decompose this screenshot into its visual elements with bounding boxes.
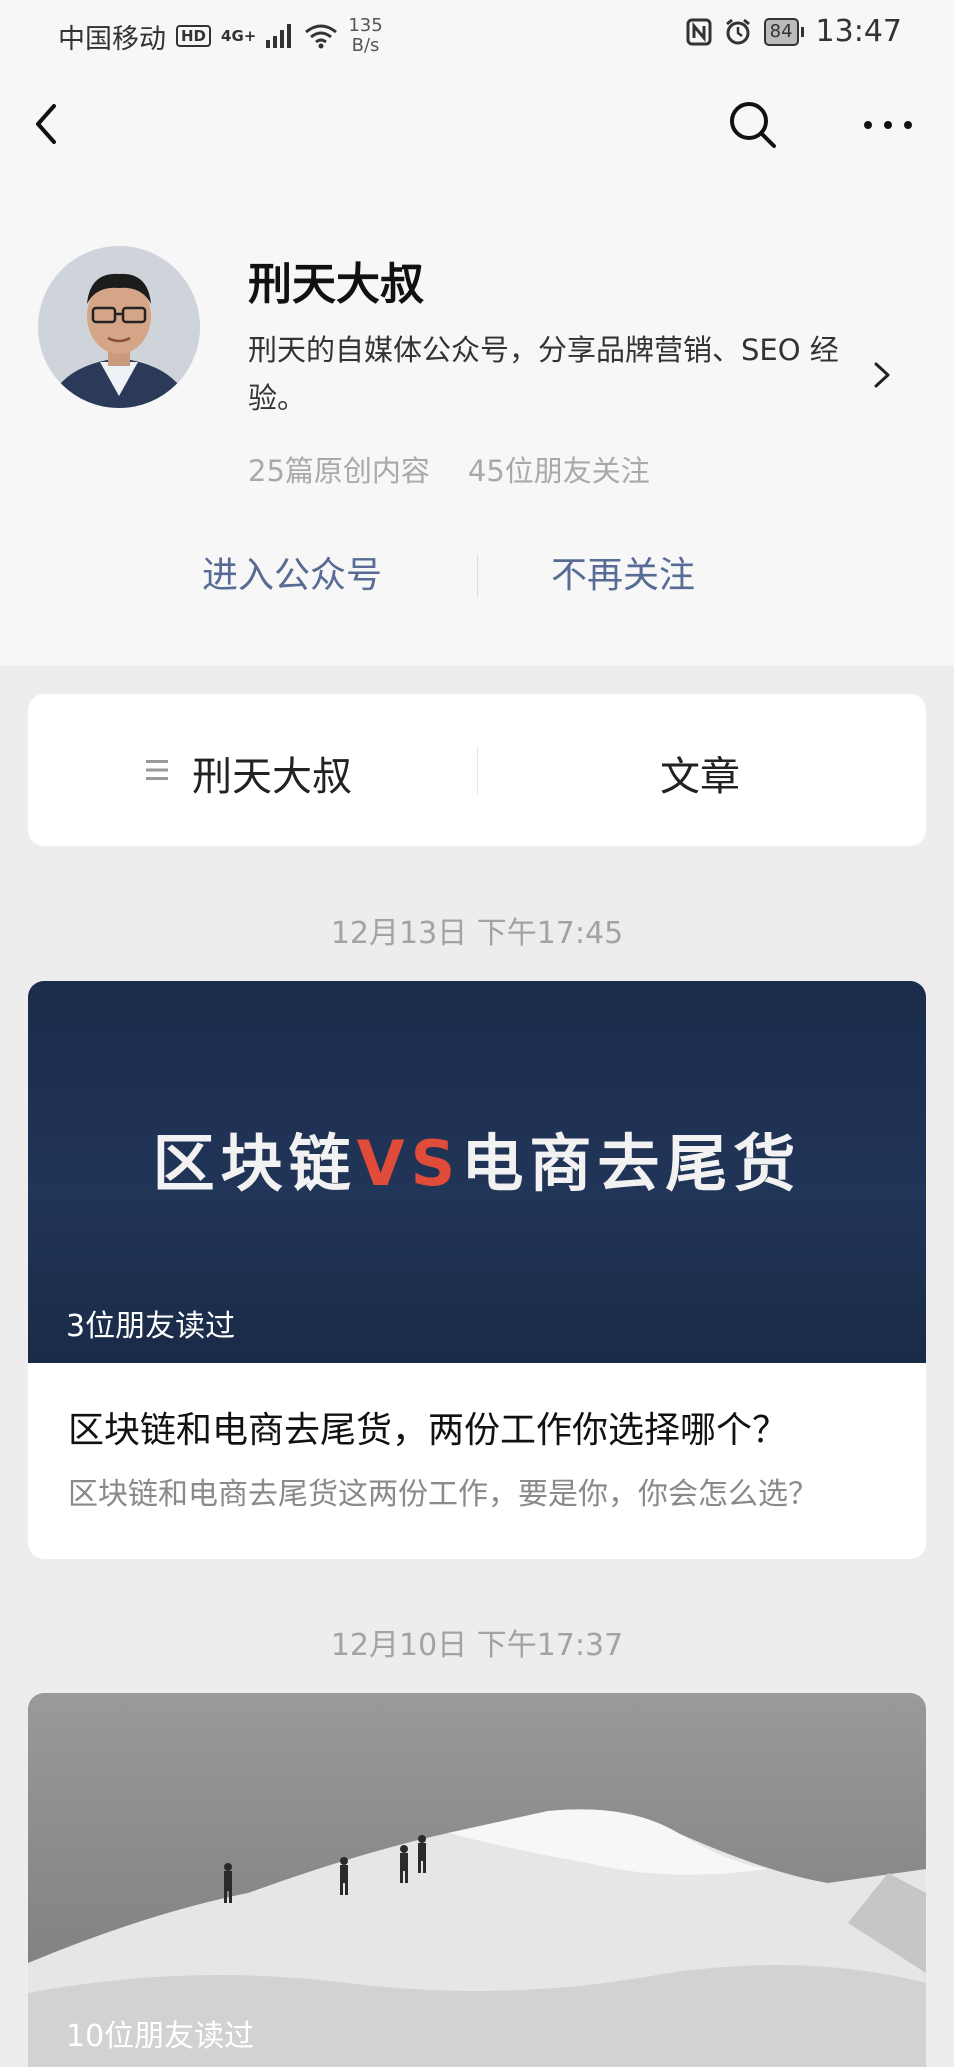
carrier-label: 中国移动 [58,23,166,55]
battery-level: 84 [763,17,799,46]
account-menu-bar: 刑天大叔 文章 [28,694,926,846]
battery-icon: 84 [763,17,804,46]
account-description: 刑天的自媒体公众号，分享品牌营销、SEO 经验。 [248,333,839,415]
actions-divider [477,554,478,598]
alarm-icon [725,18,750,44]
cover-title: 区块链VS电商去尾货 [28,1113,926,1203]
cover-text-right: 电商去尾货 [461,1127,802,1200]
avatar[interactable] [38,246,200,408]
status-bar: 中国移动 HD 4G+ 135 B/s 84 13:47 [0,0,954,64]
account-actions: 进入公众号 不再关注 [0,546,954,606]
speed-value: 135 [348,15,383,36]
wifi-icon [305,24,338,49]
unfollow-button[interactable]: 不再关注 [551,546,695,598]
tab-account-menu[interactable]: 刑天大叔 [192,744,352,802]
tabs-divider [477,746,478,794]
search-icon[interactable] [728,100,778,150]
original-content-count: 25篇原创内容 [248,454,430,488]
article-summary: 区块链和电商去尾货这两份工作，要是你，你会怎么选？ [68,1477,818,1512]
cover-text-vs: VS [356,1127,462,1200]
cover-text-left: 区块链 [152,1127,357,1200]
signal-icon: 4G+ [221,27,257,45]
speed-unit: B/s [351,35,380,56]
navigation-bar [0,88,954,160]
enter-account-button[interactable]: 进入公众号 [202,546,382,598]
article-cover-image[interactable]: 区块链VS电商去尾货 3位朋友读过 [28,981,926,1363]
article-title[interactable]: 区块链和电商去尾货，两份工作你选择哪个？ [68,1401,788,1453]
account-stats: 25篇原创内容 45位朋友关注 [248,448,650,490]
more-options-icon[interactable] [858,100,918,150]
article-date: 12月10日 下午17:37 [330,1628,624,1663]
article-cover-image[interactable]: 10位朋友读过 [28,1693,926,2067]
network-speed: 135 B/s [348,16,382,56]
signal-bars-icon [266,24,292,48]
menu-icon [146,760,168,780]
tab-articles[interactable]: 文章 [660,744,740,802]
friends-read-count: 10位朋友读过 [66,2019,255,2054]
nfc-icon [686,18,712,45]
article-card[interactable]: 区块链VS电商去尾货 3位朋友读过 区块链和电商去尾货，两份工作你选择哪个？ 区… [28,981,926,1559]
friends-following-count: 45位朋友关注 [467,454,650,488]
article-card[interactable]: 10位朋友读过 [28,1693,926,2067]
article-date: 12月13日 下午17:45 [330,916,624,951]
account-name: 刑天大叔 [248,259,424,310]
chevron-right-icon[interactable] [870,358,894,392]
clock: 13:47 [815,14,902,49]
friends-read-count: 3位朋友读过 [66,1309,236,1344]
avatar-portrait-icon [38,246,200,408]
back-arrow-icon[interactable] [32,98,76,150]
hd-icon: HD [176,25,212,47]
